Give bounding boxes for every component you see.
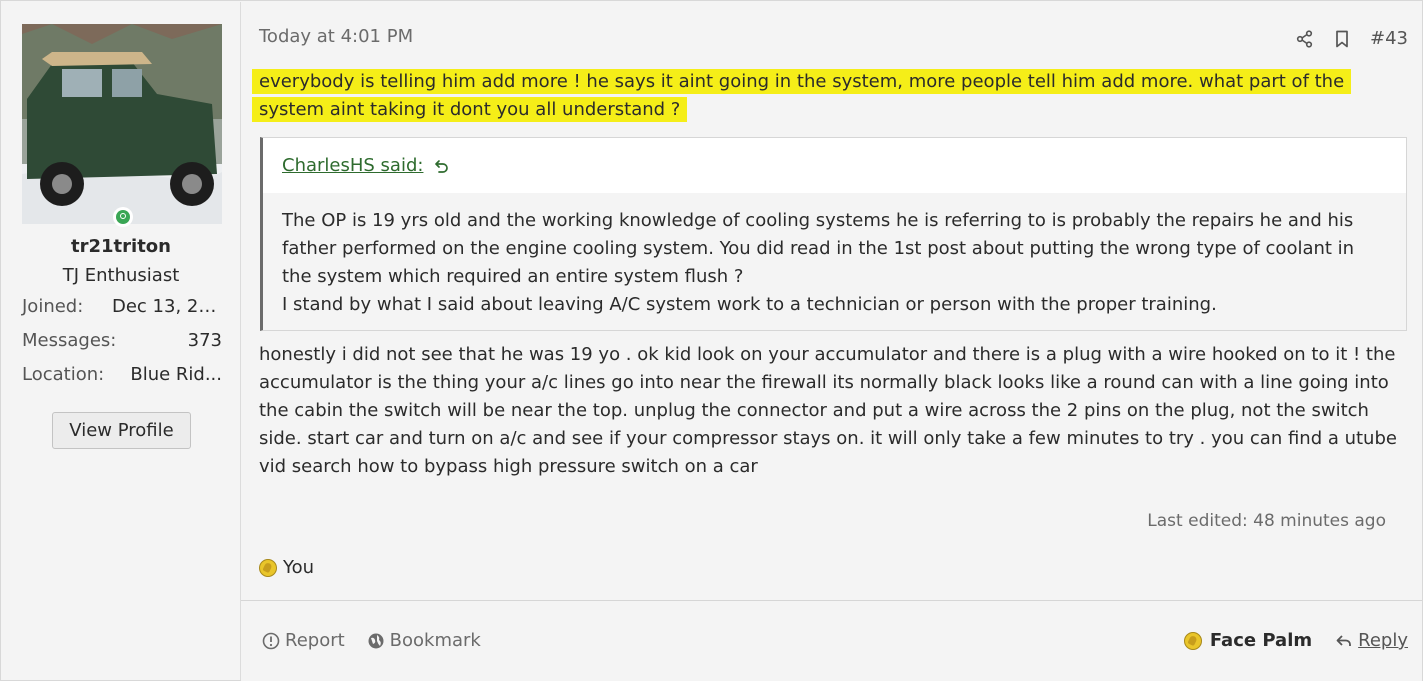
joined-row: Joined: Dec 13, 2020 (22, 296, 222, 317)
quote-block: CharlesHS said: The OP is 19 yrs old and… (260, 137, 1407, 331)
highlighted-span: everybody is telling him add more ! he s… (252, 69, 1352, 122)
user-title: TJ Enthusiast (62, 265, 180, 286)
online-status-icon (113, 207, 133, 227)
post-number[interactable]: #43 (1370, 28, 1408, 49)
post-footer: Report Bookmark Face Palm Reply (241, 600, 1422, 681)
avatar[interactable] (22, 24, 222, 224)
bookmark-button[interactable]: Bookmark (367, 630, 481, 651)
location-value: Blue Rid... (130, 364, 222, 385)
jump-back-icon[interactable] (433, 158, 449, 174)
footer-right-actions: Face Palm Reply (1183, 630, 1408, 651)
quote-author-link[interactable]: CharlesHS said: (282, 155, 449, 176)
reply-icon (1336, 634, 1352, 648)
bookmark-icon[interactable] (1334, 30, 1350, 48)
bookmark-label: Bookmark (389, 630, 481, 651)
avatar-image (22, 24, 222, 224)
report-icon (262, 632, 280, 650)
reaction-user[interactable]: You (283, 557, 314, 578)
reaction-button[interactable]: Face Palm (1183, 630, 1313, 651)
globe-icon (367, 632, 385, 650)
location-row: Location: Blue Rid... (22, 364, 222, 385)
footer-left-actions: Report Bookmark (262, 630, 481, 651)
report-button[interactable]: Report (262, 630, 345, 651)
reply-label: Reply (1358, 630, 1408, 651)
user-sidebar: tr21triton TJ Enthusiast Joined: Dec 13,… (2, 2, 241, 680)
messages-row: Messages: 373 (22, 330, 222, 351)
username[interactable]: tr21triton (2, 236, 240, 257)
messages-value[interactable]: 373 (188, 330, 222, 351)
reactions-bar[interactable]: You (259, 557, 314, 578)
reply-button[interactable]: Reply (1336, 630, 1408, 651)
quote-line: The OP is 19 yrs old and the working kno… (282, 210, 1355, 287)
quote-author[interactable]: CharlesHS said: (282, 155, 423, 176)
post-actions: #43 (1296, 28, 1408, 49)
last-edited[interactable]: Last edited: 48 minutes ago (1147, 511, 1386, 531)
view-profile-button[interactable]: View Profile (52, 412, 191, 449)
reaction-label: Face Palm (1209, 630, 1313, 651)
post-body: honestly i did not see that he was 19 yo… (259, 344, 1397, 477)
quote-header: CharlesHS said: (263, 138, 1406, 193)
joined-label: Joined: (22, 296, 84, 317)
facepalm-reaction-icon (259, 558, 277, 577)
post-main: Today at 4:01 PM #43 everybody is tellin… (241, 2, 1422, 681)
joined-value: Dec 13, 2020 (112, 296, 222, 317)
location-label: Location: (22, 364, 105, 385)
forum-post: tr21triton TJ Enthusiast Joined: Dec 13,… (0, 0, 1423, 681)
quote-line: I stand by what I said about leaving A/C… (282, 294, 1217, 315)
highlighted-text: everybody is telling him add more ! he s… (252, 68, 1372, 124)
messages-label: Messages: (22, 330, 117, 351)
report-label: Report (285, 630, 345, 651)
facepalm-icon (1183, 631, 1202, 650)
post-date[interactable]: Today at 4:01 PM (259, 26, 413, 47)
share-icon[interactable] (1296, 29, 1314, 48)
quote-body: The OP is 19 yrs old and the working kno… (282, 207, 1387, 319)
